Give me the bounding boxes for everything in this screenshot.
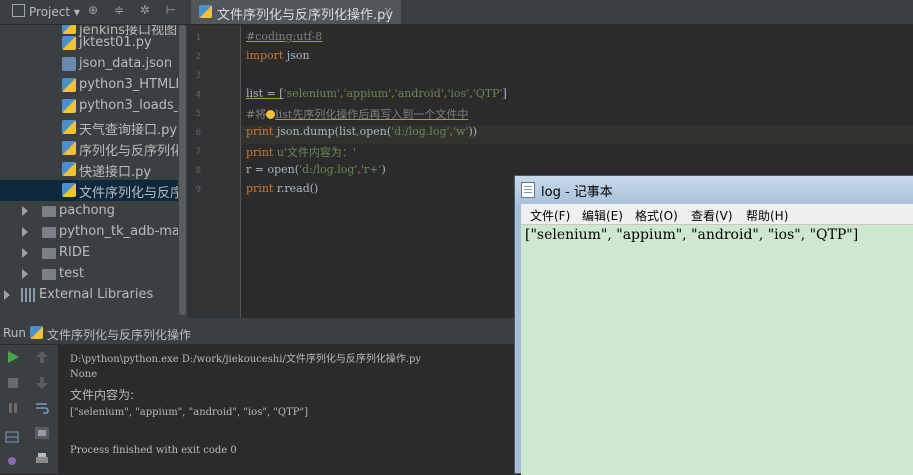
print-icon[interactable] — [35, 453, 49, 465]
line-number: 3 — [195, 71, 201, 81]
folder-icon — [42, 269, 56, 280]
line-number: 1 — [195, 33, 201, 43]
python-file-icon — [62, 99, 76, 113]
pause-icon[interactable] — [6, 402, 20, 414]
lightbulb-icon[interactable] — [266, 110, 276, 119]
notepad-icon — [521, 182, 535, 198]
scroll-to-end-icon[interactable] — [35, 427, 49, 439]
tree-item[interactable]: 序列化与反序列化.py — [0, 138, 187, 159]
project-panel-header: Project ▾ ⊕ ≑ ✲ ⊢ — [0, 0, 187, 25]
project-view-selector[interactable]: Project ▾ — [12, 4, 80, 19]
expand-arrow-icon[interactable] — [22, 206, 28, 216]
line-number: 5 — [195, 109, 201, 119]
menu-help[interactable]: 帮助(H) — [746, 207, 788, 224]
line-number: 2 — [195, 52, 201, 62]
project-title: Project — [29, 5, 71, 19]
stop-icon[interactable] — [6, 377, 20, 389]
code-line-8: r = open('d:/log.log','r+') — [246, 163, 386, 176]
python-file-icon — [199, 5, 212, 18]
scrollbar-thumb[interactable] — [179, 25, 186, 315]
notepad-text-area[interactable]: ["selenium", "appium", "android", "ios",… — [521, 225, 913, 475]
notepad-title-bar[interactable]: log - 记事本 — [515, 176, 913, 204]
notepad-menu-bar: 文件(F) 编辑(E) 格式(O) 查看(V) 帮助(H) — [521, 204, 913, 225]
python-file-icon — [62, 120, 76, 134]
console-exit-line: Process finished with exit code 0 — [70, 445, 237, 456]
code-line-9: print r.read() — [246, 182, 319, 195]
code-line-1: #coding:utf-8 — [246, 30, 323, 43]
python-file-icon — [62, 36, 76, 50]
python-file-icon — [30, 326, 43, 339]
menu-file[interactable]: 文件(F) — [530, 207, 570, 224]
editor-tab-bar: 文件序列化与反序列化操作.py × — [187, 0, 913, 25]
tree-item[interactable]: python3_loads_dumps — [0, 96, 187, 117]
line-number: 4 — [195, 90, 201, 100]
tree-item-selected[interactable]: 文件序列化与反序列化操作.py — [0, 180, 187, 201]
console-line: 文件内容为: — [70, 388, 135, 402]
close-icon[interactable]: × — [383, 4, 393, 18]
tree-folder[interactable]: pachong — [0, 201, 187, 222]
notepad-content: ["selenium", "appium", "android", "ios",… — [525, 227, 859, 243]
json-file-icon — [62, 57, 76, 71]
menu-format[interactable]: 格式(O) — [635, 207, 678, 224]
run-toolbar-secondary — [25, 345, 59, 474]
python-file-icon — [62, 183, 76, 197]
tree-item[interactable]: 快递接口.py — [0, 159, 187, 180]
project-scrollbar[interactable] — [178, 25, 187, 318]
project-icon — [12, 4, 25, 17]
editor-tab[interactable]: 文件序列化与反序列化操作.py × — [191, 0, 401, 24]
code-line-7: print u'文件内容为：' — [246, 146, 356, 159]
expand-arrow-icon[interactable] — [22, 227, 28, 237]
run-toolbar-primary — [0, 345, 25, 474]
folder-icon — [42, 248, 56, 259]
run-config-name[interactable]: 文件序列化与反序列化操作 — [47, 326, 191, 343]
library-icon — [21, 288, 35, 302]
code-line-2: import json — [246, 49, 310, 62]
arrow-down-icon[interactable] — [35, 377, 49, 389]
expand-arrow-icon[interactable] — [22, 248, 28, 258]
project-toolbar-icons[interactable]: ⊕ ≑ ✲ ⊢ — [88, 3, 182, 17]
expand-arrow-icon[interactable] — [4, 290, 10, 300]
tree-folder[interactable]: python_tk_adb-master — [0, 222, 187, 243]
notepad-window: log - 记事本 文件(F) 编辑(E) 格式(O) 查看(V) 帮助(H) … — [514, 175, 913, 475]
console-line: D:\python\python.exe D:/work/jiekouceshi… — [70, 354, 422, 365]
layout-icon[interactable] — [5, 431, 19, 443]
soft-wrap-icon[interactable] — [35, 402, 49, 414]
console-line: ["selenium", "appium", "android", "ios",… — [70, 407, 308, 418]
tree-folder[interactable]: RIDE — [0, 243, 187, 264]
folder-icon — [42, 206, 56, 217]
rerun-icon[interactable] — [6, 351, 20, 363]
line-number: 9 — [195, 185, 201, 195]
expand-arrow-icon[interactable] — [22, 269, 28, 279]
line-number: 6 — [195, 128, 201, 138]
line-number: 8 — [195, 166, 201, 176]
tree-item[interactable]: 天气查询接口.py — [0, 117, 187, 138]
folder-icon — [42, 227, 56, 238]
run-label: Run — [3, 326, 27, 340]
tree-folder[interactable]: test — [0, 264, 187, 285]
tree-external-libraries[interactable]: External Libraries — [0, 285, 187, 306]
code-line-5: #将 list先序列化操作后再写入到一个文件中 — [246, 108, 469, 121]
python-file-icon — [62, 78, 76, 92]
line-number-gutter: 1 2 3 4 5 6 7 8 9 — [187, 25, 241, 318]
code-line-4: list = ['selenium','appium','android','i… — [246, 87, 507, 100]
tree-item[interactable]: jktest01.py — [0, 33, 187, 54]
notepad-title: log - 记事本 — [541, 185, 613, 200]
tab-label: 文件序列化与反序列化操作.py — [217, 8, 394, 23]
code-line-6-current: print json.dump(list,open('d:/log.log','… — [241, 125, 913, 144]
project-tree: jenkins接口视图.py jktest01.py json_data.jso… — [0, 25, 187, 318]
arrow-up-icon[interactable] — [35, 351, 49, 363]
menu-edit[interactable]: 编辑(E) — [582, 207, 623, 224]
console-line: None — [70, 369, 98, 380]
python-file-icon — [62, 141, 76, 155]
settings-icon[interactable] — [5, 455, 19, 467]
line-number: 7 — [195, 147, 201, 157]
menu-view[interactable]: 查看(V) — [691, 207, 733, 224]
python-file-icon — [62, 162, 76, 176]
tree-item[interactable]: python3_HTMLParser — [0, 75, 187, 96]
tree-item[interactable]: json_data.json — [0, 54, 187, 75]
